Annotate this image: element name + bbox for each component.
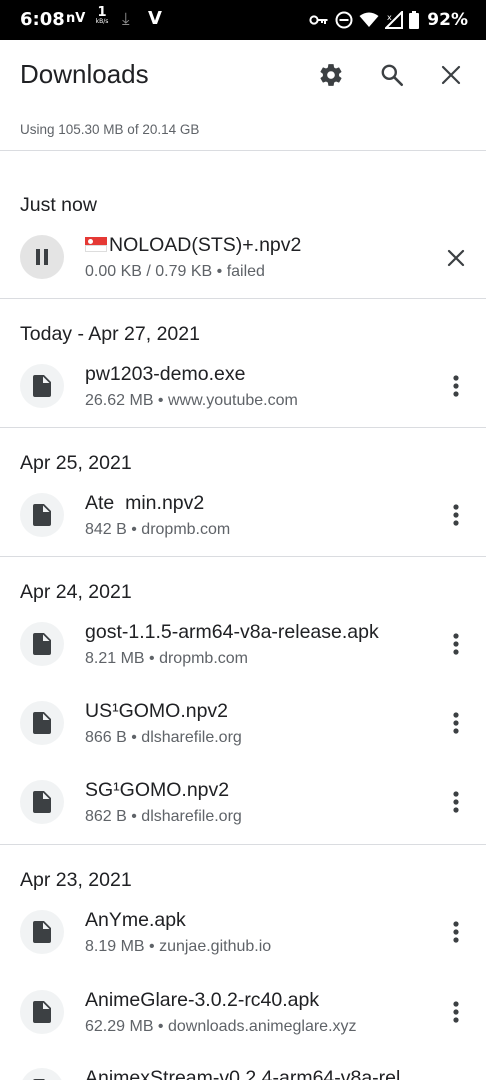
file-icon-container [20, 701, 64, 745]
vpn-v-icon: V [148, 8, 162, 29]
more-vert-icon [453, 921, 459, 943]
more-vert-icon [453, 375, 459, 397]
section-header: Apr 24, 2021 [20, 581, 132, 603]
battery-percent: 92% [427, 10, 468, 30]
file-icon [33, 1001, 51, 1023]
divider [0, 844, 486, 845]
more-options-button[interactable] [444, 786, 468, 818]
section-header: Today - Apr 27, 2021 [20, 323, 200, 345]
wifi-icon [359, 12, 379, 27]
download-name: pw1203-demo.exe [85, 363, 246, 385]
download-name: AnimexStream-v0.2.4-arm64-v8a-rel [85, 1068, 401, 1080]
download-item[interactable]: pw1203-demo.exe 26.62 MB • www.youtube.c… [0, 363, 486, 432]
more-options-button[interactable] [444, 499, 468, 531]
more-options-button[interactable] [444, 707, 468, 739]
close-icon [441, 65, 461, 85]
svg-text:x: x [387, 13, 392, 22]
divider [0, 150, 486, 151]
file-icon-container [20, 780, 64, 824]
file-icon-container [20, 910, 64, 954]
download-item[interactable]: AnimeGlare-3.0.2-rc40.apk 62.29 MB • dow… [0, 989, 486, 1058]
divider [0, 427, 486, 428]
download-meta: 862 B • dlsharefile.org [85, 808, 242, 825]
divider [0, 298, 486, 299]
download-name: AnYme.apk [85, 909, 186, 931]
download-meta: 866 B • dlsharefile.org [85, 729, 242, 746]
more-vert-icon [453, 791, 459, 813]
file-icon [33, 712, 51, 734]
settings-button[interactable] [316, 60, 346, 90]
more-options-button[interactable] [444, 370, 468, 402]
page-title: Downloads [20, 59, 149, 89]
file-icon [33, 375, 51, 397]
download-name: SG¹GOMO.npv2 [85, 779, 230, 801]
file-icon-container [20, 493, 64, 537]
more-vert-icon [453, 504, 459, 526]
file-icon-container [20, 990, 64, 1034]
download-meta: 0.00 KB / 0.79 KB • failed [85, 263, 265, 280]
download-item[interactable]: SG¹GOMO.npv2 862 B • dlsharefile.org [0, 779, 486, 848]
download-name: US¹GOMO.npv2 [85, 700, 229, 722]
download-meta: 8.19 MB • zunjae.github.io [85, 938, 272, 955]
download-name: AnimeGlare-3.0.2-rc40.apk [85, 989, 320, 1011]
battery-icon [409, 11, 420, 29]
divider [0, 556, 486, 557]
more-vert-icon [453, 712, 459, 734]
download-item[interactable]: Ate min.npv2 842 B • dropmb.com [0, 492, 486, 561]
download-icon: ⤓ [122, 9, 130, 29]
file-icon [33, 921, 51, 943]
download-meta: 842 B • dropmb.com [85, 521, 231, 538]
download-name: gost-1.1.5-arm64-v8a-release.apk [85, 621, 379, 643]
cancel-download-button[interactable] [443, 245, 469, 271]
download-meta: 8.21 MB • dropmb.com [85, 650, 248, 667]
file-icon [33, 633, 51, 655]
more-vert-icon [453, 633, 459, 655]
section-header: Apr 23, 2021 [20, 869, 132, 891]
section-header: Apr 25, 2021 [20, 452, 132, 474]
signal-icon: x [385, 11, 404, 29]
download-item[interactable]: AnYme.apk 8.19 MB • zunjae.github.io [0, 909, 486, 978]
download-meta: 62.29 MB • downloads.animeglare.xyz [85, 1018, 357, 1035]
download-name-text: NOLOAD(STS)+.npv2 [109, 234, 302, 256]
status-icons: x 92% [309, 8, 468, 32]
download-item[interactable]: AnimexStream-v0.2.4-arm64-v8a-rel [0, 1068, 486, 1080]
network-speed: 1 kB/s [92, 6, 112, 25]
file-icon-container [20, 364, 64, 408]
more-options-button[interactable] [444, 628, 468, 660]
download-name: NOLOAD(STS)+.npv2 [85, 234, 301, 257]
close-button[interactable] [436, 60, 466, 90]
search-button[interactable] [377, 60, 407, 90]
file-icon-container [20, 622, 64, 666]
download-item[interactable]: NOLOAD(STS)+.npv2 0.00 KB / 0.79 KB • fa… [0, 234, 486, 303]
app-bar: Downloads [0, 40, 486, 110]
storage-summary: Using 105.30 MB of 20.14 GB [20, 122, 200, 137]
status-time: 6:08 [20, 9, 65, 30]
more-options-button[interactable] [444, 996, 468, 1028]
download-item[interactable]: gost-1.1.5-arm64-v8a-release.apk 8.21 MB… [0, 621, 486, 690]
pause-icon [36, 249, 48, 265]
singapore-flag-icon [85, 237, 107, 252]
more-vert-icon [453, 1001, 459, 1023]
file-icon-container [20, 1068, 64, 1080]
search-icon [381, 64, 404, 87]
dnd-icon [335, 11, 353, 29]
download-name: Ate min.npv2 [85, 492, 205, 514]
settings-icon [320, 64, 342, 86]
download-item[interactable]: US¹GOMO.npv2 866 B • dlsharefile.org [0, 700, 486, 769]
file-icon [33, 791, 51, 813]
download-meta: 26.62 MB • www.youtube.com [85, 392, 298, 409]
close-icon [447, 249, 465, 267]
carrier-label: nV [66, 11, 86, 26]
section-header: Just now [20, 194, 97, 216]
network-speed-unit: kB/s [95, 18, 109, 25]
key-icon [309, 15, 328, 25]
more-options-button[interactable] [444, 916, 468, 948]
status-bar: 6:08 nV 1 kB/s ⤓ V x 92% [0, 0, 486, 40]
file-icon [33, 504, 51, 526]
pause-button[interactable] [20, 235, 64, 279]
